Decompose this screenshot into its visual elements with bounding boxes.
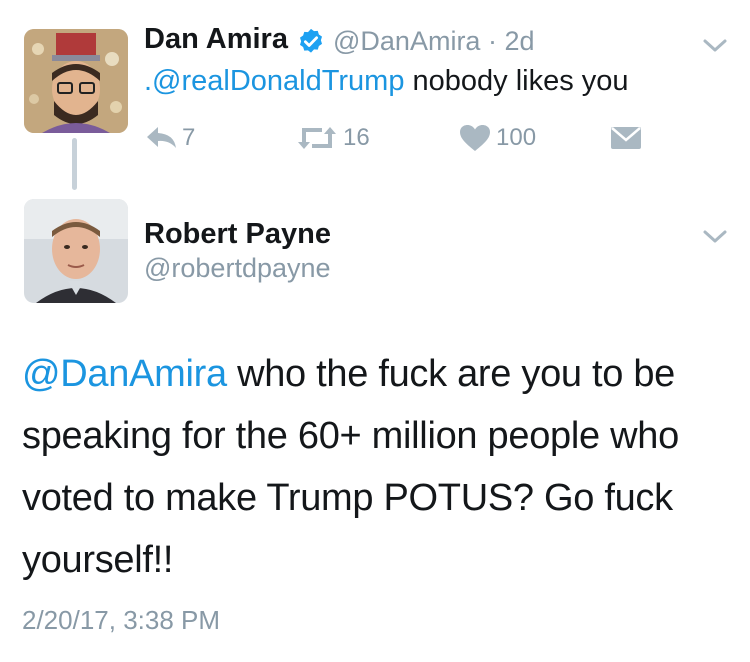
meta-separator: · xyxy=(480,26,505,56)
reply-mention-link[interactable]: @DanAmira xyxy=(22,353,227,395)
verified-badge-icon xyxy=(300,28,322,53)
reply-icon xyxy=(147,127,176,148)
avatar-robert-payne[interactable] xyxy=(24,199,128,303)
chevron-down-icon[interactable] xyxy=(702,38,728,54)
reply-button[interactable]: 7 xyxy=(145,124,195,152)
tweet-body: nobody likes you xyxy=(404,65,629,97)
reply-author-name[interactable]: Robert Payne xyxy=(144,218,331,251)
author-handle[interactable]: @DanAmira xyxy=(333,26,480,56)
tweet-text: .@realDonaldTrump nobody likes you xyxy=(144,63,629,99)
author-name[interactable]: Dan Amira xyxy=(144,23,288,56)
direct-message-button[interactable] xyxy=(610,126,642,150)
chevron-down-icon[interactable] xyxy=(702,229,728,245)
reply-tweet-text: @DanAmira who the fuck are you to be spe… xyxy=(22,343,732,591)
tweet-timestamp[interactable]: 2/20/17, 3:38 PM xyxy=(22,605,220,636)
envelope-icon xyxy=(611,127,641,149)
tweet-time-ago[interactable]: 2d xyxy=(504,26,534,56)
author-meta: @DanAmira · 2d xyxy=(333,26,535,57)
avatar-dan-amira[interactable] xyxy=(24,29,128,133)
like-count: 100 xyxy=(496,124,537,151)
retweet-count: 16 xyxy=(343,124,370,151)
reply-author-handle[interactable]: @robertdpayne xyxy=(144,253,331,284)
like-button[interactable]: 100 xyxy=(459,124,536,152)
thread-connector-line xyxy=(72,138,77,190)
heart-icon xyxy=(460,125,490,151)
retweet-icon xyxy=(298,127,336,149)
mention-link[interactable]: .@realDonaldTrump xyxy=(144,65,404,97)
retweet-button[interactable]: 16 xyxy=(296,124,370,152)
reply-count: 7 xyxy=(182,124,196,151)
